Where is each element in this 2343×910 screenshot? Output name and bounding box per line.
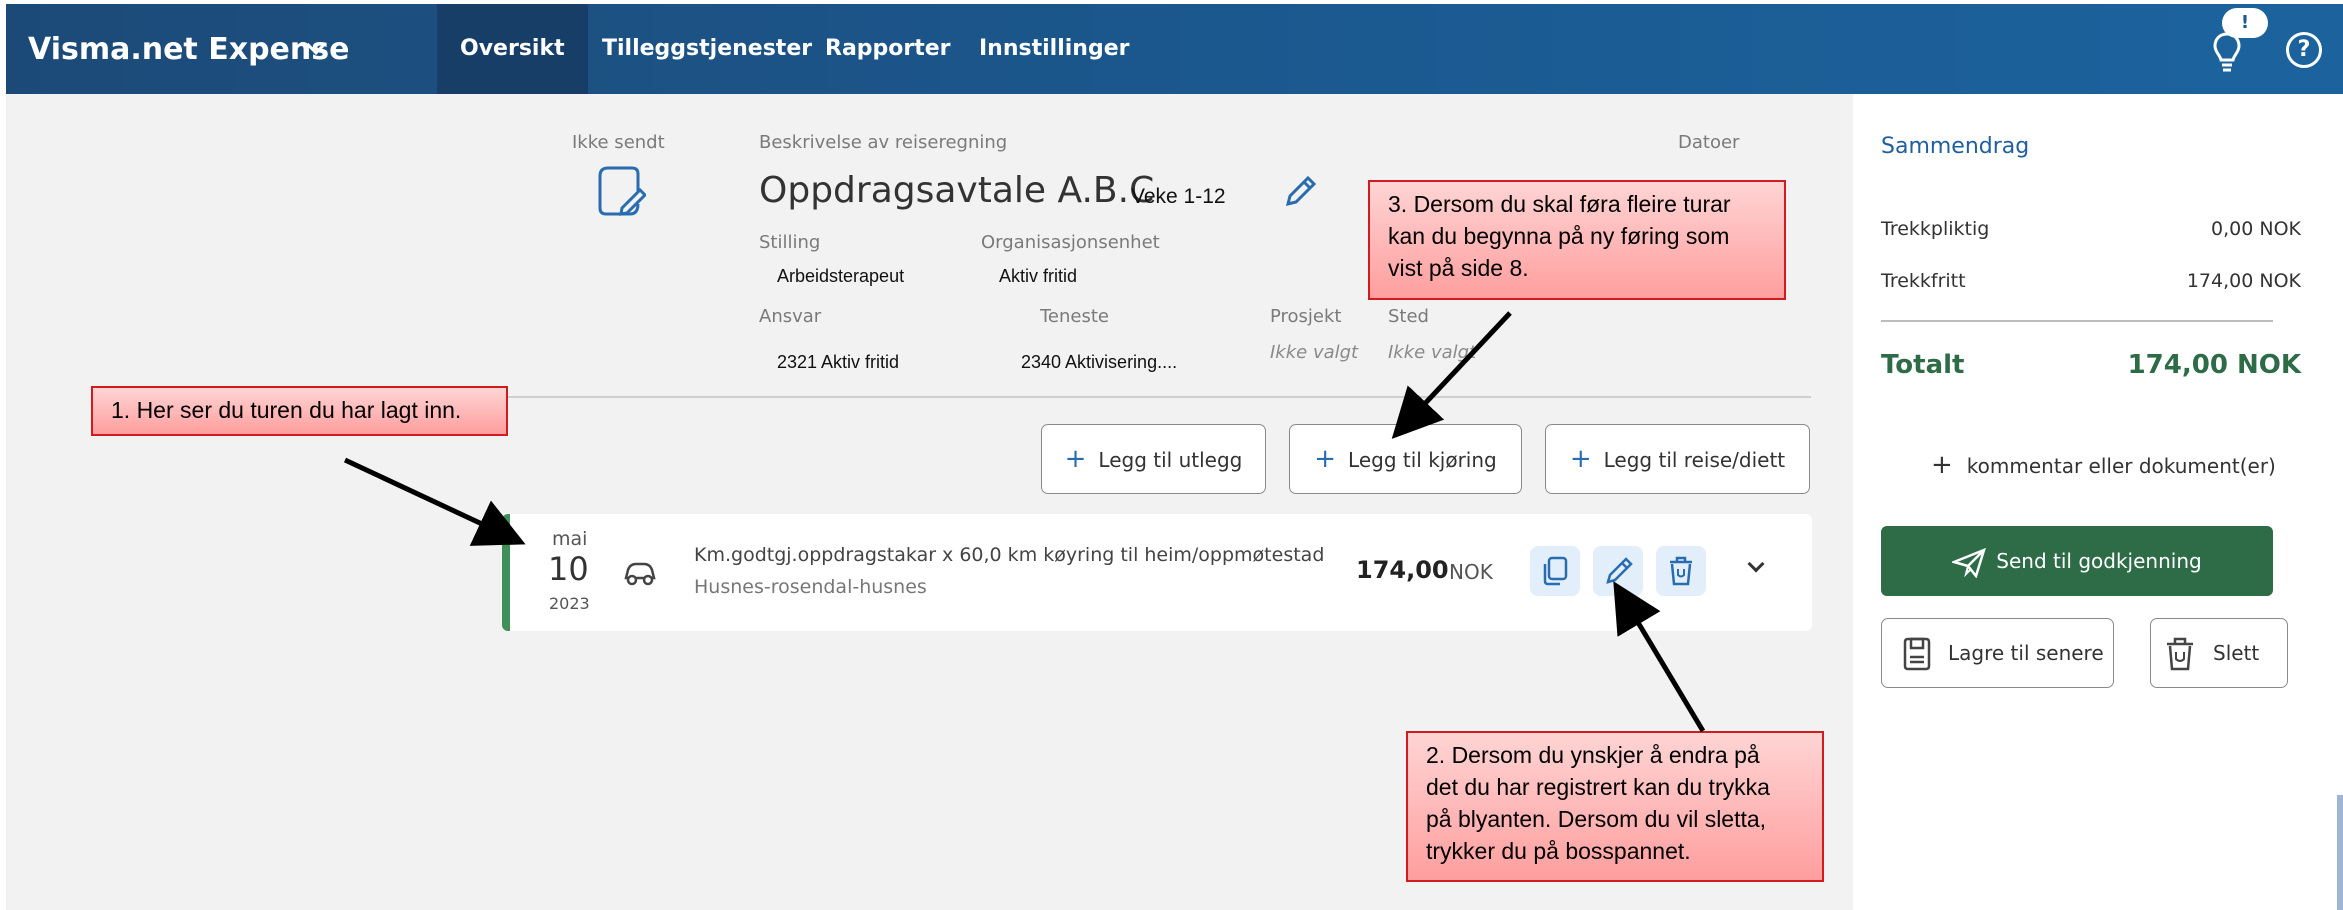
org-label: Organisasjonsenhet xyxy=(981,232,1160,253)
header-divider xyxy=(506,396,1811,398)
dates-label: Datoer xyxy=(1678,132,1740,153)
summary-row-value: 0,00 NOK xyxy=(2211,218,2301,240)
plus-icon: + xyxy=(1931,450,1953,480)
expense-route: Husnes-rosendal-husnes xyxy=(694,576,927,598)
nav-tab-oversikt[interactable]: Oversikt xyxy=(437,4,588,94)
callout-3: 3. Dersom du skal føra fleire turar kan … xyxy=(1368,180,1786,300)
summary-row-label: Trekkfritt xyxy=(1881,270,1966,292)
prosjekt-label: Prosjekt xyxy=(1270,306,1342,327)
trash-icon xyxy=(2167,637,2193,671)
callout-3-line: vist på side 8. xyxy=(1388,255,1529,281)
trash-icon xyxy=(1670,556,1692,586)
description-label: Beskrivelse av reiseregning xyxy=(759,132,1008,153)
notification-badge[interactable]: ! xyxy=(2222,8,2268,38)
copy-icon xyxy=(1543,556,1568,586)
nav-tab-innstillinger[interactable]: Innstillinger xyxy=(956,4,1152,94)
app-frame: Visma.net Expense Oversikt Tilleggstjene… xyxy=(6,4,2343,910)
nav-tab-tilleggstjenester[interactable]: Tilleggstjenester xyxy=(579,4,835,94)
expense-month: mai xyxy=(552,528,588,550)
plus-icon: + xyxy=(1314,444,1337,474)
callout-3-line: 3. Dersom du skal føra fleire turar xyxy=(1388,191,1731,217)
top-navigation-bar: Visma.net Expense Oversikt Tilleggstjene… xyxy=(6,4,2343,94)
delete-report-button[interactable]: Slett xyxy=(2150,618,2288,688)
sted-value: Ikke valgt xyxy=(1388,342,1477,363)
save-for-later-label: Lagre til senere xyxy=(1948,641,2104,665)
nav-tab-rapporter[interactable]: Rapporter xyxy=(802,4,974,94)
add-travel-button[interactable]: + Legg til reise/diett xyxy=(1545,424,1810,494)
expand-chevron-icon[interactable] xyxy=(1747,555,1765,573)
summary-total-value: 174,00 NOK xyxy=(2127,350,2301,380)
add-travel-label: Legg til reise/diett xyxy=(1603,448,1786,472)
callout-2-line: trykker du på bosspannet. xyxy=(1426,838,1691,864)
expense-row[interactable]: mai 10 2023 Km.godtgj.oppdragstakar x 60… xyxy=(502,514,1812,631)
prosjekt-value: Ikke valgt xyxy=(1270,342,1359,363)
stilling-value: Arbeidsterapeut xyxy=(777,266,905,286)
help-icon[interactable]: ? xyxy=(2286,32,2322,68)
summary-title: Sammendrag xyxy=(1881,134,2030,159)
callout-2-line: det du har registrert kan du trykka xyxy=(1426,774,1770,800)
expense-day: 10 xyxy=(548,550,589,588)
paper-plane-icon xyxy=(1952,547,1987,578)
add-comment-label: kommentar eller dokument(er) xyxy=(1966,454,2276,478)
copy-button[interactable] xyxy=(1530,546,1580,596)
sted-label: Sted xyxy=(1388,306,1429,327)
report-subtitle: Veke 1-12 xyxy=(1131,185,1226,208)
add-driving-button[interactable]: + Legg til kjøring xyxy=(1289,424,1522,494)
stilling-label: Stilling xyxy=(759,232,821,253)
expense-currency: NOK xyxy=(1449,560,1493,584)
save-for-later-button[interactable]: Lagre til senere xyxy=(1881,618,2114,688)
edit-expense-button[interactable] xyxy=(1593,546,1643,596)
org-value: Aktiv fritid xyxy=(999,266,1078,286)
summary-panel: Sammendrag Trekkpliktig 0,00 NOK Trekkfr… xyxy=(1853,94,2343,910)
ansvar-label: Ansvar xyxy=(759,306,822,327)
expense-amount: 174,00 xyxy=(1356,556,1449,584)
callout-1-text: 1. Her ser du turen du har lagt inn. xyxy=(111,397,462,423)
plus-icon: + xyxy=(1064,444,1087,474)
car-icon xyxy=(624,562,656,586)
callout-1: 1. Her ser du turen du har lagt inn. xyxy=(91,386,508,436)
callout-2: 2. Dersom du ynskjer å endra på det du h… xyxy=(1406,731,1824,882)
draft-document-icon xyxy=(598,166,646,216)
pencil-icon xyxy=(1606,557,1633,584)
plus-icon: + xyxy=(1569,444,1592,474)
delete-expense-button[interactable] xyxy=(1656,546,1706,596)
teneste-value: 2340 Aktivisering.... xyxy=(1021,352,1178,372)
teneste-label: Teneste xyxy=(1040,306,1110,327)
save-icon xyxy=(1903,637,1931,671)
send-for-approval-button[interactable]: Send til godkjenning xyxy=(1881,526,2273,596)
callout-3-line: kan du begynna på ny føring som xyxy=(1388,223,1730,249)
add-expense-button[interactable]: + Legg til utlegg xyxy=(1041,424,1266,494)
status-label: Ikke sendt xyxy=(572,132,665,153)
app-brand[interactable]: Visma.net Expense xyxy=(28,32,349,67)
summary-row-label: Trekkpliktig xyxy=(1881,218,1990,240)
callout-2-line: på blyanten. Dersom du vil sletta, xyxy=(1426,806,1767,832)
add-driving-label: Legg til kjøring xyxy=(1348,448,1497,472)
delete-report-label: Slett xyxy=(2213,641,2260,665)
summary-total-label: Totalt xyxy=(1881,350,1965,380)
add-expense-label: Legg til utlegg xyxy=(1098,448,1243,472)
report-title: Oppdragsavtale A.B.C xyxy=(759,170,1155,211)
expense-description: Km.godtgj.oppdragstakar x 60,0 km køyrin… xyxy=(694,544,1325,566)
scrollbar-thumb[interactable] xyxy=(2337,795,2343,910)
send-for-approval-label: Send til godkjenning xyxy=(1996,549,2202,573)
callout-2-line: 2. Dersom du ynskjer å endra på xyxy=(1426,742,1760,768)
summary-row-value: 174,00 NOK xyxy=(2186,270,2301,292)
add-comment-link[interactable]: + kommentar eller dokument(er) xyxy=(1931,450,2276,480)
ansvar-value: 2321 Aktiv fritid xyxy=(777,352,900,372)
summary-divider xyxy=(1881,320,2273,322)
expense-year: 2023 xyxy=(549,594,590,613)
edit-title-pencil-icon[interactable] xyxy=(1282,174,1318,210)
